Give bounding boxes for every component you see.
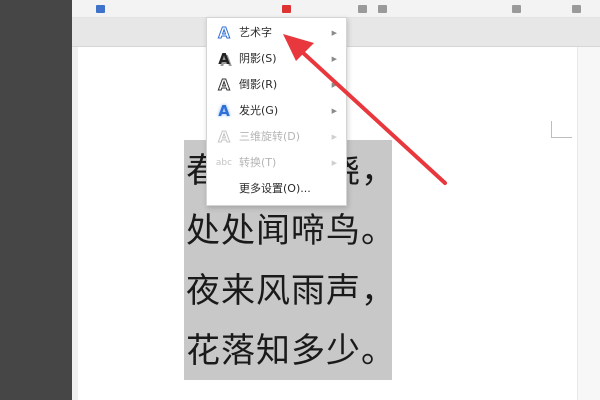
- 3d-rotation-icon: A: [218, 128, 231, 147]
- toolbar-button[interactable]: [512, 5, 521, 13]
- chevron-right-icon: ▶: [331, 55, 337, 63]
- menu-item-more-settings[interactable]: 更多设置(O)...: [207, 176, 346, 202]
- menu-item-3d-rotation[interactable]: A 三维旋转(D) ▶: [207, 124, 346, 150]
- menu-item-label: 更多设置(O)...: [239, 182, 311, 195]
- poem-line[interactable]: 夜来风雨声，: [186, 266, 446, 316]
- toolbar-button[interactable]: [282, 5, 291, 13]
- shadow-icon: A: [218, 50, 230, 68]
- menu-item-reflection[interactable]: A 倒影(R) ▶: [207, 72, 346, 98]
- menu-item-label: 三维旋转(D): [239, 130, 301, 143]
- toolbar-button[interactable]: [358, 5, 367, 13]
- scrollbar[interactable]: [577, 47, 600, 400]
- toolbar-button[interactable]: [378, 5, 387, 13]
- chevron-right-icon: ▶: [331, 159, 337, 167]
- menu-item-label: 艺术字: [239, 26, 272, 39]
- chevron-right-icon: ▶: [331, 29, 337, 37]
- chevron-right-icon: ▶: [331, 133, 337, 141]
- menu-item-label: 倒影(R): [239, 78, 278, 91]
- chevron-right-icon: ▶: [331, 81, 337, 89]
- menu-item-transform[interactable]: abc 转换(T) ▶: [207, 150, 346, 176]
- menu-item-label: 发光(G): [239, 104, 279, 117]
- glow-icon: A: [218, 102, 230, 120]
- chevron-right-icon: ▶: [331, 107, 337, 115]
- menu-item-shadow[interactable]: A 阴影(S) ▶: [207, 46, 346, 72]
- transform-icon: abc: [215, 158, 233, 168]
- page-edge: [72, 47, 78, 400]
- wordart-icon: A: [218, 24, 231, 43]
- toolbar-button[interactable]: [96, 5, 105, 13]
- poem-line[interactable]: 处处闻啼鸟。: [186, 206, 446, 256]
- menu-item-label: 阴影(S): [239, 52, 277, 65]
- menu-item-wordart[interactable]: A 艺术字 ▶: [207, 20, 346, 46]
- text-effects-menu: A 艺术字 ▶ A 阴影(S) ▶ A 倒影(R) ▶ A 发光(G) ▶ A …: [206, 17, 347, 206]
- toolbar-button[interactable]: [572, 5, 581, 13]
- poem-line[interactable]: 花落知多少。: [186, 326, 446, 376]
- reflection-icon: A: [218, 76, 231, 95]
- menu-item-glow[interactable]: A 发光(G) ▶: [207, 98, 346, 124]
- app-background: [0, 0, 72, 400]
- margin-marker: [551, 121, 572, 138]
- toolbar: [72, 0, 600, 18]
- menu-item-label: 转换(T): [239, 156, 277, 169]
